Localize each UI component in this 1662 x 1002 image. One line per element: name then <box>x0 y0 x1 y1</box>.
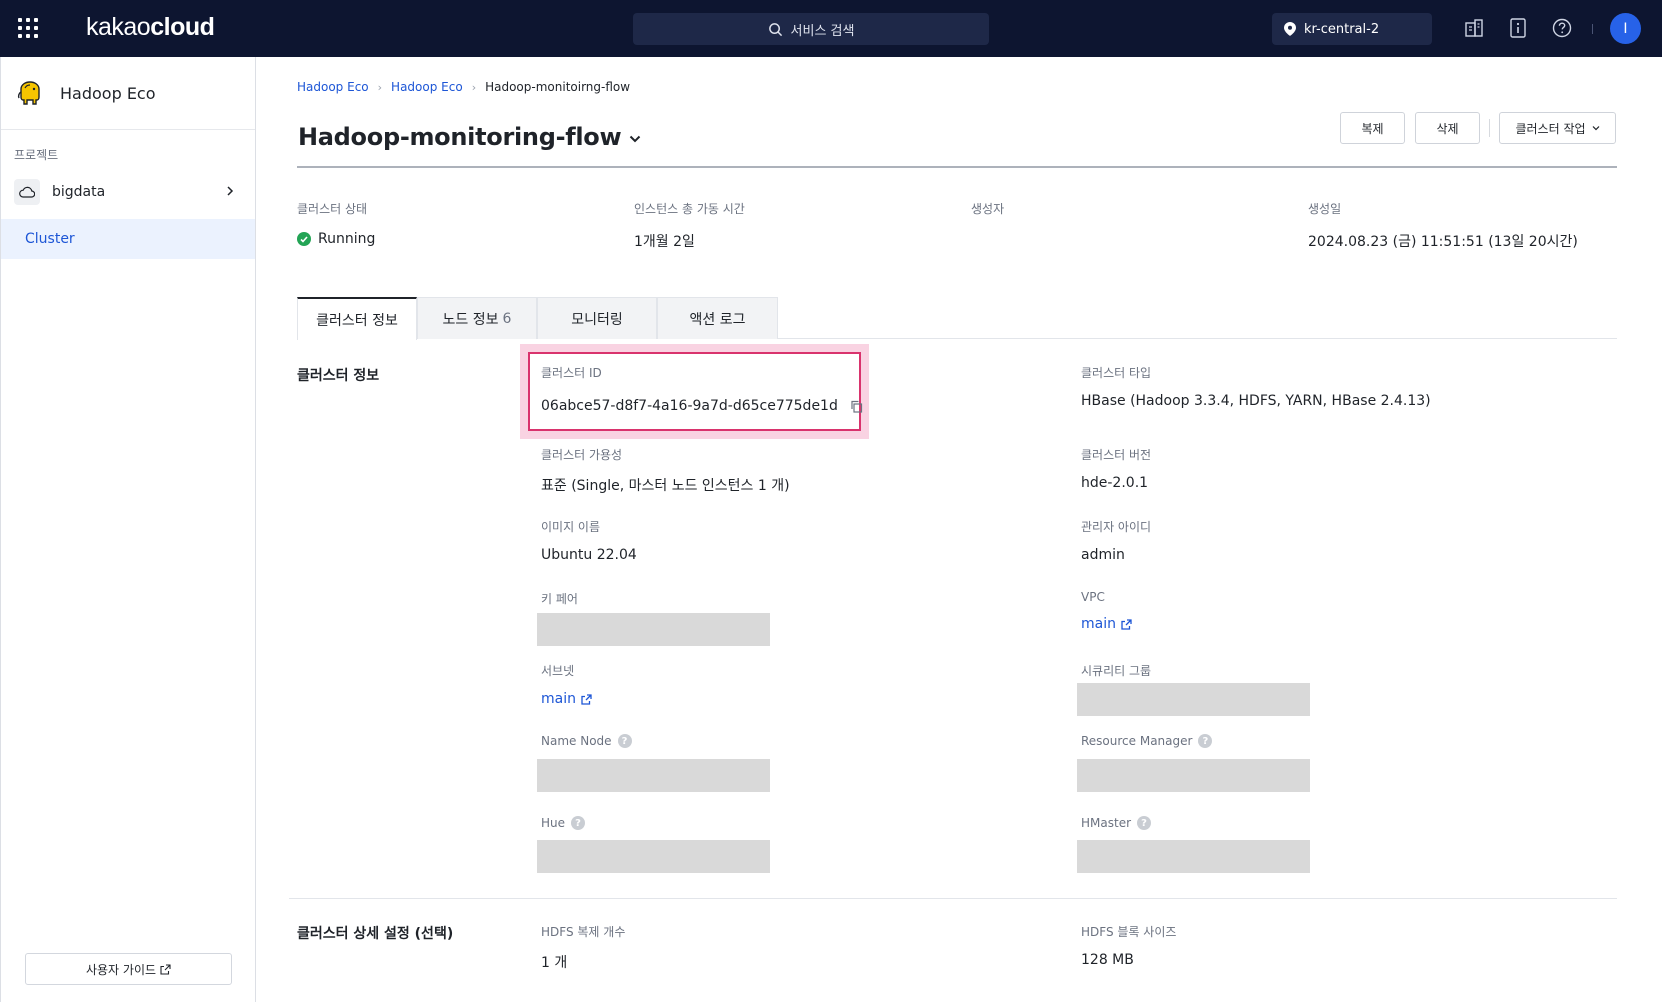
building-icon[interactable] <box>1463 17 1485 39</box>
redacted-value <box>1077 683 1310 716</box>
cluster-task-button[interactable]: 클러스터 작업 <box>1499 112 1616 144</box>
field-subnet: 서브넷 main <box>541 662 592 707</box>
field-keypair: 키 페어 <box>537 590 770 646</box>
field-security-group: 시큐리티 그룹 <box>1077 662 1310 716</box>
cluster-id-value: 06abce57-d8f7-4a16-9a7d-d65ce775de1d <box>541 398 838 414</box>
summary-status: 클러스터 상태 Running <box>297 202 376 247</box>
status-badge: Running <box>318 231 376 247</box>
hadoop-elephant-icon <box>17 81 40 105</box>
sidebar: Hadoop Eco 프로젝트 bigdata Cluster 사용자 가이드 <box>0 57 256 1002</box>
breadcrumb: Hadoop Eco › Hadoop Eco › Hadoop-monitoi… <box>297 80 630 94</box>
tab-action-log[interactable]: 액션 로그 <box>657 297 778 339</box>
user-guide-label: 사용자 가이드 <box>85 962 157 977</box>
external-link-icon <box>160 963 171 975</box>
help-icon[interactable]: ? <box>571 816 586 830</box>
help-icon[interactable] <box>1551 17 1573 39</box>
check-circle-icon <box>297 232 311 246</box>
service-header: Hadoop Eco <box>1 57 255 130</box>
help-icon[interactable]: ? <box>617 734 632 748</box>
chevron-down-icon <box>630 135 641 143</box>
vpc-link[interactable]: main <box>1081 616 1132 632</box>
field-hmaster: HMaster? <box>1077 816 1310 873</box>
page-title[interactable]: Hadoop-monitoring-flow <box>298 123 641 151</box>
topbar-divider <box>1592 24 1593 34</box>
section-title-advanced: 클러스터 상세 설정 (선택) <box>297 926 454 942</box>
summary-uptime: 인스턴스 총 가동 시간 1개월 2일 <box>634 202 745 250</box>
redacted-value <box>537 759 770 792</box>
field-resource-manager: Resource Manager? <box>1077 734 1310 792</box>
help-icon[interactable]: ? <box>1137 816 1152 830</box>
section-title-cluster-info: 클러스터 정보 <box>297 368 380 384</box>
field-vpc: VPC main <box>1081 590 1132 632</box>
project-label: 프로젝트 <box>14 148 59 162</box>
field-cluster-type: 클러스터 타입 HBase (Hadoop 3.3.4, HDFS, YARN,… <box>1081 366 1431 409</box>
summary-created-at: 생성일 2024.08.23 (금) 11:51:51 (13일 20시간) <box>1308 202 1578 250</box>
breadcrumb-current: Hadoop-monitoirng-flow <box>485 80 631 94</box>
help-icon[interactable]: ? <box>1198 734 1213 748</box>
field-admin-id: 관리자 아이디 admin <box>1081 520 1152 563</box>
field-hdfs-block-size: HDFS 블록 사이즈 128 MB <box>1081 925 1177 968</box>
field-hue: Hue? <box>537 816 770 873</box>
redacted-value <box>537 840 770 873</box>
detail-tabs: 클러스터 정보 노드 정보 6 모니터링 액션 로그 <box>297 297 1617 340</box>
breadcrumb-link-service[interactable]: Hadoop Eco <box>297 80 369 94</box>
info-book-icon[interactable] <box>1507 17 1529 39</box>
field-image-name: 이미지 이름 Ubuntu 22.04 <box>541 520 637 563</box>
kakaocloud-logo[interactable]: kakaocloud <box>86 13 215 42</box>
title-divider <box>297 166 1617 168</box>
app-grid-icon[interactable] <box>18 18 38 38</box>
project-selector[interactable]: bigdata <box>1 177 255 207</box>
tab-cluster-info[interactable]: 클러스터 정보 <box>297 297 417 340</box>
redacted-value <box>1077 759 1310 792</box>
summary-creator: 생성자 <box>971 202 1005 216</box>
main-content: Hadoop Eco › Hadoop Eco › Hadoop-monitoi… <box>257 57 1662 1002</box>
external-link-icon <box>1121 618 1132 630</box>
user-avatar[interactable]: I <box>1610 13 1641 44</box>
tab-node-info[interactable]: 노드 정보 6 <box>417 297 537 339</box>
search-icon <box>768 22 782 36</box>
copy-button[interactable]: 복제 <box>1340 112 1405 144</box>
field-availability: 클러스터 가용성 표준 (Single, 마스터 노드 인스턴스 1 개) <box>541 448 790 494</box>
location-pin-icon <box>1284 22 1296 36</box>
region-label: kr-central-2 <box>1304 21 1380 37</box>
sidebar-item-cluster[interactable]: Cluster <box>1 219 255 259</box>
service-name: Hadoop Eco <box>60 83 156 103</box>
top-navigation-bar: kakaocloud 서비스 검색 kr-central-2 I <box>0 0 1662 57</box>
field-hdfs-replication: HDFS 복제 개수 1 개 <box>541 925 626 971</box>
section-divider <box>289 898 1617 899</box>
search-placeholder: 서비스 검색 <box>790 23 855 39</box>
tab-monitoring[interactable]: 모니터링 <box>537 297 657 339</box>
breadcrumb-link-list[interactable]: Hadoop Eco <box>391 80 463 94</box>
chevron-down-icon <box>1592 126 1599 131</box>
user-guide-button[interactable]: 사용자 가이드 <box>25 953 232 985</box>
project-name: bigdata <box>52 184 106 200</box>
redacted-value <box>537 613 770 646</box>
delete-button[interactable]: 삭제 <box>1415 112 1480 144</box>
chevron-right-icon <box>227 186 234 196</box>
region-selector[interactable]: kr-central-2 <box>1272 13 1432 45</box>
page-actions: 복제 삭제 클러스터 작업 <box>1340 112 1616 144</box>
global-search-input[interactable]: 서비스 검색 <box>633 13 989 45</box>
cloud-icon <box>14 179 40 205</box>
field-cluster-id: 클러스터 ID 06abce57-d8f7-4a16-9a7d-d65ce775… <box>541 364 863 414</box>
chevron-right-icon: › <box>471 80 477 94</box>
redacted-value <box>1077 840 1310 873</box>
external-link-icon <box>581 693 592 705</box>
actions-divider <box>1489 119 1490 137</box>
field-name-node: Name Node? <box>537 734 770 792</box>
chevron-right-icon: › <box>377 80 383 94</box>
subnet-link[interactable]: main <box>541 691 592 707</box>
field-version: 클러스터 버전 hde-2.0.1 <box>1081 448 1152 491</box>
copy-icon[interactable] <box>850 400 863 413</box>
